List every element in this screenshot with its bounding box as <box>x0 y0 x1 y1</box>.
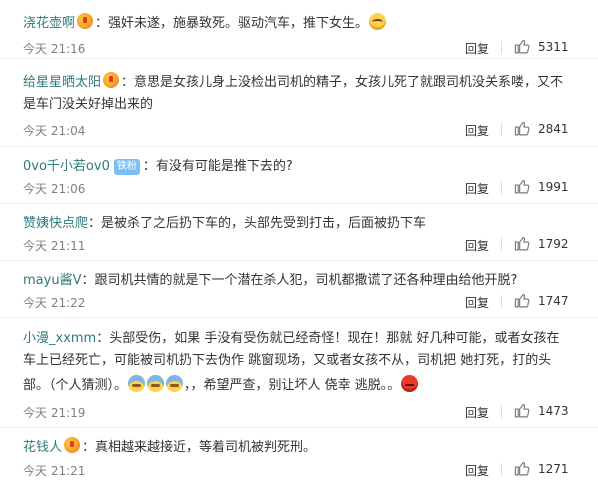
reply-button[interactable]: 回复 <box>465 462 489 479</box>
fan-badge-icon[interactable] <box>64 437 81 453</box>
comment-text: 是被杀了之后扔下车的，头部先受到打击，后面被扔下车 <box>101 216 427 231</box>
like-count: 1271 <box>538 462 569 476</box>
thumbs-up-icon[interactable] <box>514 38 531 55</box>
comment-username[interactable]: 0vo千小若ov0 <box>23 159 110 174</box>
comment-body: 赞姨快点爬：是被杀了之后扔下车的，头部先受到打击，后面被扔下车 <box>23 216 427 231</box>
reply-button[interactable]: 回复 <box>465 294 489 311</box>
divider <box>501 463 502 476</box>
like-count: 5311 <box>538 40 569 54</box>
like-count: 1473 <box>538 404 569 418</box>
comment-body: 0vo千小若ov0 铁粉 ：有没有可能是推下去的? <box>23 159 293 175</box>
thumbs-up-icon[interactable] <box>514 120 531 137</box>
thumbs-up-icon[interactable] <box>514 460 531 477</box>
comment-username[interactable]: 花钱人 <box>23 440 62 455</box>
comment-timestamp: 今天 21:06 <box>23 182 86 196</box>
comment-text-continued: ，，希望严查，别让坏人 侥幸 逃脱。。 <box>184 378 401 393</box>
comment-text: 跟司机共情的就是下一个潜在杀人犯，司机都撒谎了还各种理由给他开脱? <box>94 273 518 288</box>
comment-username[interactable]: 浇花壶啊 <box>23 16 75 31</box>
comment-timestamp: 今天 21:19 <box>23 406 86 420</box>
thumbs-up-icon[interactable] <box>514 402 531 419</box>
iron-fan-tag: 铁粉 <box>113 159 140 175</box>
like-count: 1747 <box>538 294 569 308</box>
comment-timestamp: 今天 21:22 <box>23 296 86 310</box>
comment-item: 花钱人 ：真相越来越接近，等着司机被判死刑。 今天 21:21 回复 1271 <box>0 428 598 493</box>
fan-badge-icon[interactable] <box>77 13 94 29</box>
divider <box>501 41 502 54</box>
cold-sweat-emoji <box>128 375 146 392</box>
reply-button[interactable]: 回复 <box>465 237 489 254</box>
comment-body: 花钱人 ：真相越来越接近，等着司机被判死刑。 <box>23 435 568 459</box>
reply-button[interactable]: 回复 <box>465 180 489 197</box>
comment-text: 真相越来越接近，等着司机被判死刑。 <box>95 440 317 455</box>
comment-username[interactable]: 赞姨快点爬 <box>23 216 88 231</box>
like-count: 1991 <box>538 180 569 194</box>
divider <box>501 238 502 251</box>
like-count: 2841 <box>538 122 569 136</box>
angry-face-emoji <box>401 375 419 392</box>
crying-face-emoji <box>369 13 387 30</box>
comment-list: 浇花壶啊 ：强奸未遂，施暴致死。驱动汽车，推下女生。 今天 21:16 回复 53… <box>0 0 598 493</box>
divider <box>501 405 502 418</box>
thumbs-up-icon[interactable] <box>514 178 531 195</box>
comment-timestamp: 今天 21:11 <box>23 239 86 253</box>
comment-item: 0vo千小若ov0 铁粉 ：有没有可能是推下去的? 今天 21:06 回复 1991 <box>0 147 598 204</box>
like-count: 1792 <box>538 237 569 251</box>
comment-body: 给星星晒太阳 ：意思是女孩儿身上没检出司机的精子，女孩儿死了就跟司机没关系喽，又不… <box>23 70 568 116</box>
divider <box>501 295 502 308</box>
comment-text: 强奸未遂，施暴致死。驱动汽车，推下女生。 <box>108 16 369 31</box>
comment-item: mayu酱V：跟司机共情的就是下一个潜在杀人犯，司机都撒谎了还各种理由给他开脱?… <box>0 261 598 318</box>
comment-item: 赞姨快点爬：是被杀了之后扔下车的，头部先受到打击，后面被扔下车 今天 21:11… <box>0 204 598 261</box>
comment-username[interactable]: 小漫_xxmm <box>23 331 96 346</box>
comment-timestamp: 今天 21:04 <box>23 124 86 138</box>
comment-text: 有没有可能是推下去的? <box>155 159 293 174</box>
divider <box>501 123 502 136</box>
comment-item: 小漫_xxmm：头部受伤，如果 手没有受伤就已经奇怪！现在！那就 好几种可能，或… <box>0 318 598 428</box>
comment-item: 浇花壶啊 ：强奸未遂，施暴致死。驱动汽车，推下女生。 今天 21:16 回复 53… <box>0 0 598 59</box>
comment-timestamp: 今天 21:21 <box>23 464 86 478</box>
reply-button[interactable]: 回复 <box>465 40 489 57</box>
comment-username[interactable]: 给星星晒太阳 <box>23 75 101 90</box>
comment-body: mayu酱V：跟司机共情的就是下一个潜在杀人犯，司机都撒谎了还各种理由给他开脱? <box>23 273 518 288</box>
cold-sweat-emoji <box>147 375 165 392</box>
comment-username[interactable]: mayu酱V <box>23 273 81 288</box>
divider <box>501 181 502 194</box>
reply-button[interactable]: 回复 <box>465 404 489 421</box>
thumbs-up-icon[interactable] <box>514 292 531 309</box>
comment-body: 浇花壶啊 ：强奸未遂，施暴致死。驱动汽车，推下女生。 <box>23 10 568 35</box>
fan-badge-icon[interactable] <box>103 72 120 88</box>
comment-item: 给星星晒太阳 ：意思是女孩儿身上没检出司机的精子，女孩儿死了就跟司机没关系喽，又不… <box>0 59 598 147</box>
cold-sweat-emoji <box>166 375 184 392</box>
reply-button[interactable]: 回复 <box>465 122 489 139</box>
thumbs-up-icon[interactable] <box>514 235 531 252</box>
comment-body: 小漫_xxmm：头部受伤，如果 手没有受伤就已经奇怪！现在！那就 好几种可能，或… <box>23 331 560 393</box>
comment-timestamp: 今天 21:16 <box>23 42 86 56</box>
